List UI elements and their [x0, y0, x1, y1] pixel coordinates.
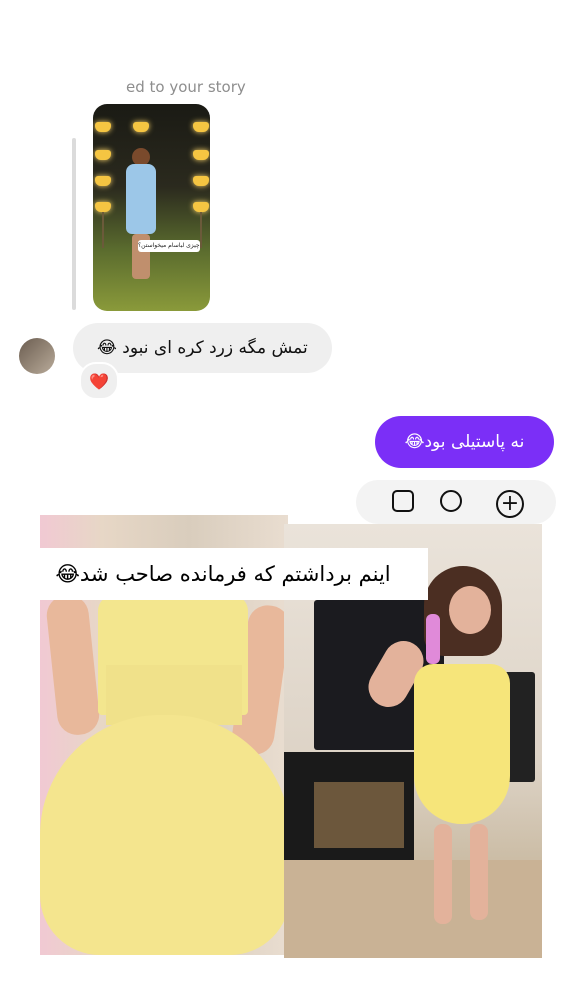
lamp-decor [133, 122, 149, 132]
outgoing-message-text: نه پاستیلی بود😂 [404, 432, 525, 452]
lamp-decor [193, 150, 209, 160]
reply-indicator-bar [72, 138, 76, 310]
lamp-decor [193, 176, 209, 186]
rug-shape [284, 860, 542, 958]
tv-stand-panel [314, 782, 404, 848]
girl-leg [470, 824, 488, 920]
message-composer-bar[interactable]: + [356, 480, 556, 524]
lamp-decor [95, 176, 111, 186]
plus-icon[interactable]: + [496, 490, 524, 518]
girl-leg [434, 824, 452, 924]
lamp-pole [102, 212, 104, 248]
sender-avatar[interactable] [19, 338, 55, 374]
story-reply-note: ed to your story [126, 78, 246, 96]
collage-caption: اینم برداشتم که فرمانده صاحب شد😂 [18, 548, 428, 600]
girl-hair-highlight [426, 614, 440, 664]
dress-skirt [40, 715, 288, 955]
story-sticker-text: کی چه چیزی لباسام میخواستن؟! [138, 240, 200, 252]
collage-caption-text: اینم برداشتم که فرمانده صاحب شد😂 [55, 562, 391, 586]
story-thumbnail[interactable]: کی چه چیزی لباسام میخواستن؟! [93, 104, 210, 311]
lamp-decor [95, 150, 111, 160]
heart-reaction-icon[interactable]: ❤️ [79, 362, 119, 400]
sticker-icon[interactable] [440, 490, 462, 512]
incoming-message-text: تمش مگه زرد کره ای نبود 😂 [97, 338, 308, 358]
lamp-decor [193, 202, 209, 212]
arm-shape [44, 593, 102, 737]
gallery-icon[interactable] [392, 490, 414, 512]
girl-dress [414, 664, 510, 824]
lamp-pole [200, 212, 202, 248]
girl-face [449, 586, 491, 634]
outgoing-message-bubble[interactable]: نه پاستیلی بود😂 [375, 416, 554, 468]
reaction-emoji: ❤️ [89, 371, 109, 391]
lamp-decor [95, 122, 111, 132]
story-person-dress [126, 164, 156, 234]
lamp-decor [95, 202, 111, 212]
lamp-decor [193, 122, 209, 132]
